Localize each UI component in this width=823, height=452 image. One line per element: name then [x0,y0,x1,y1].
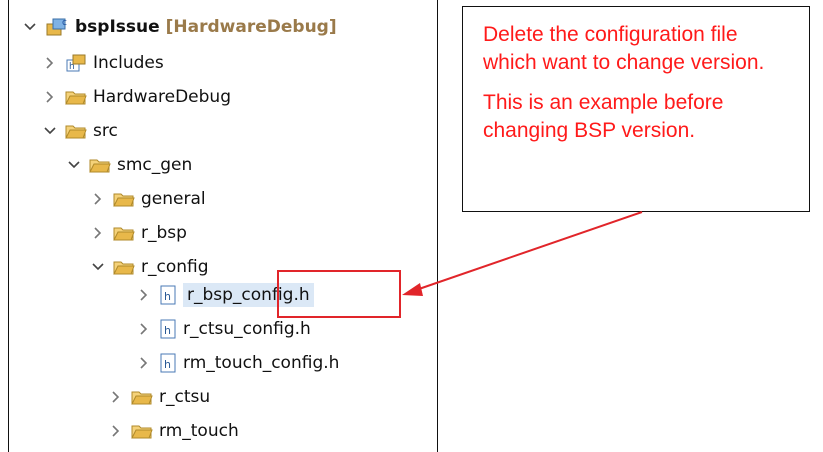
annotation-arrow [402,211,643,296]
